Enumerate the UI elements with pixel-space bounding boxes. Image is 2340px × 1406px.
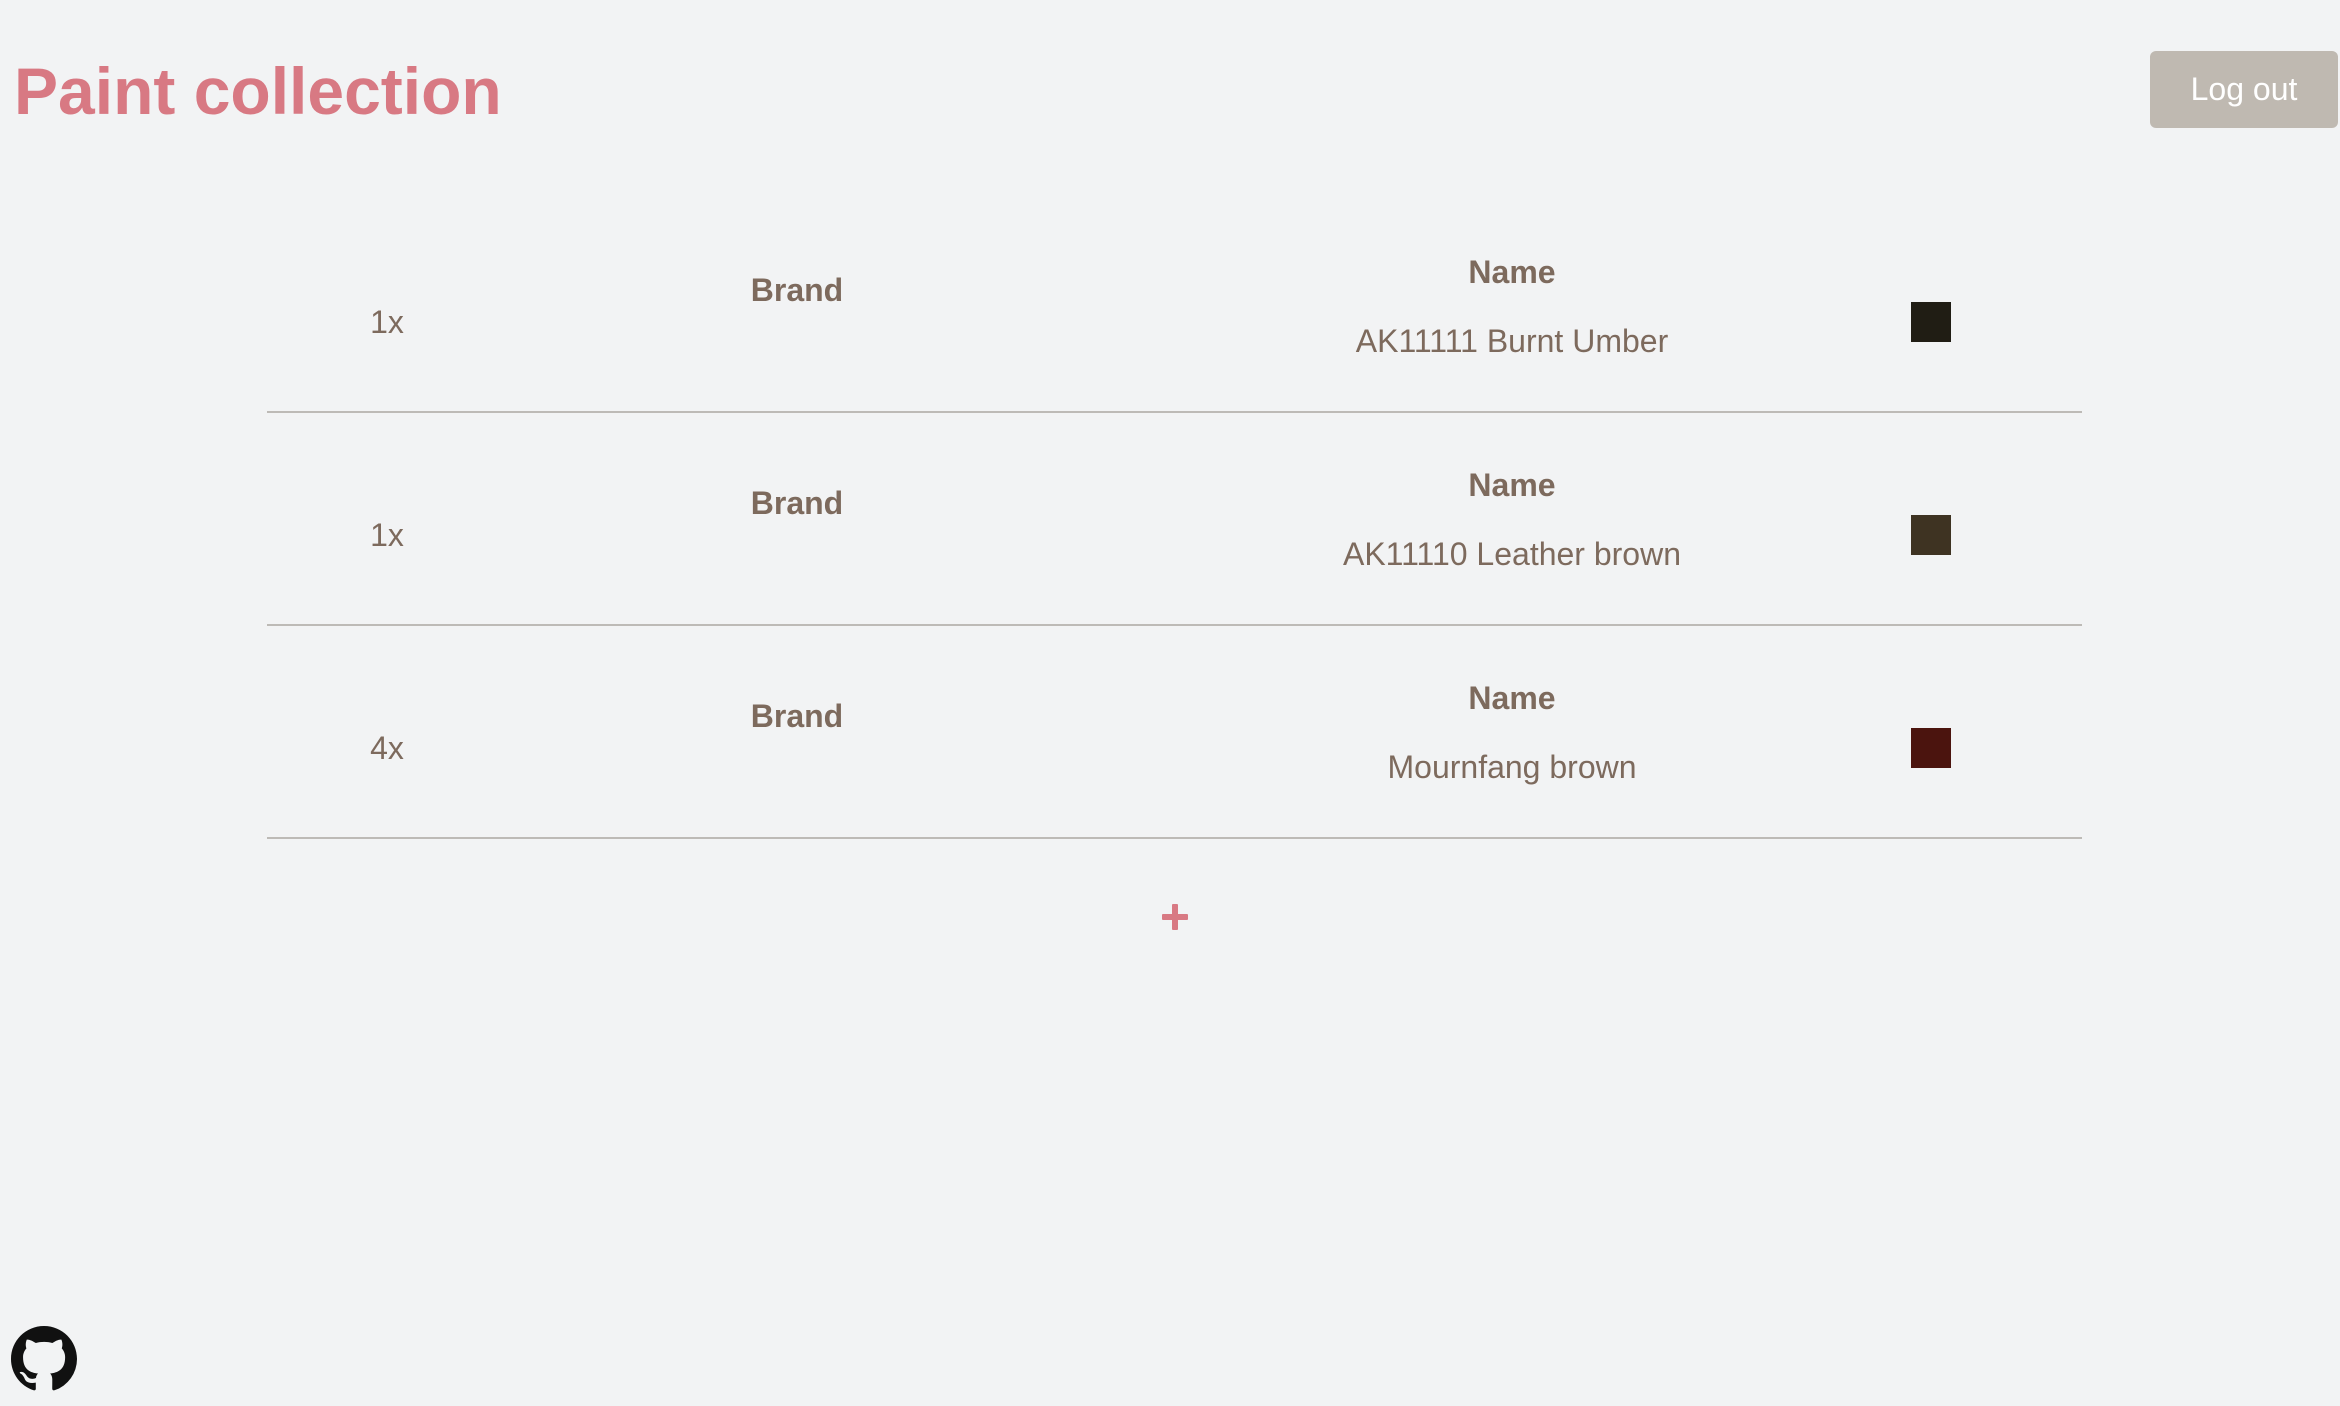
name-label: Name	[1468, 680, 1556, 716]
paint-quantity: 1x	[370, 304, 404, 340]
paint-list: 1x Brand Name AK11111 Burnt Umber 1x Bra…	[267, 200, 2082, 839]
logout-button[interactable]: Log out	[2150, 51, 2338, 128]
brand-label: Brand	[750, 698, 844, 734]
color-swatch	[1911, 728, 1951, 768]
brand-label: Brand	[750, 485, 844, 521]
add-paint-button[interactable]	[1150, 892, 1200, 942]
paint-name: Mournfang brown	[1387, 749, 1637, 785]
paint-quantity: 1x	[370, 517, 404, 553]
color-swatch	[1911, 515, 1951, 555]
color-swatch	[1911, 302, 1951, 342]
paint-row[interactable]: 4x Brand Name Mournfang brown	[267, 626, 2082, 839]
github-icon[interactable]	[11, 1326, 77, 1392]
paint-name: AK11110 Leather brown	[1342, 536, 1681, 572]
name-label: Name	[1468, 467, 1556, 503]
paint-name: AK11111 Burnt Umber	[1355, 323, 1669, 359]
page-title: Paint collection	[14, 54, 502, 128]
paint-row[interactable]: 1x Brand Name AK11111 Burnt Umber	[267, 200, 2082, 413]
name-label: Name	[1468, 254, 1556, 290]
brand-label: Brand	[750, 272, 844, 308]
paint-row[interactable]: 1x Brand Name AK11110 Leather brown	[267, 413, 2082, 626]
paint-quantity: 4x	[370, 730, 404, 766]
